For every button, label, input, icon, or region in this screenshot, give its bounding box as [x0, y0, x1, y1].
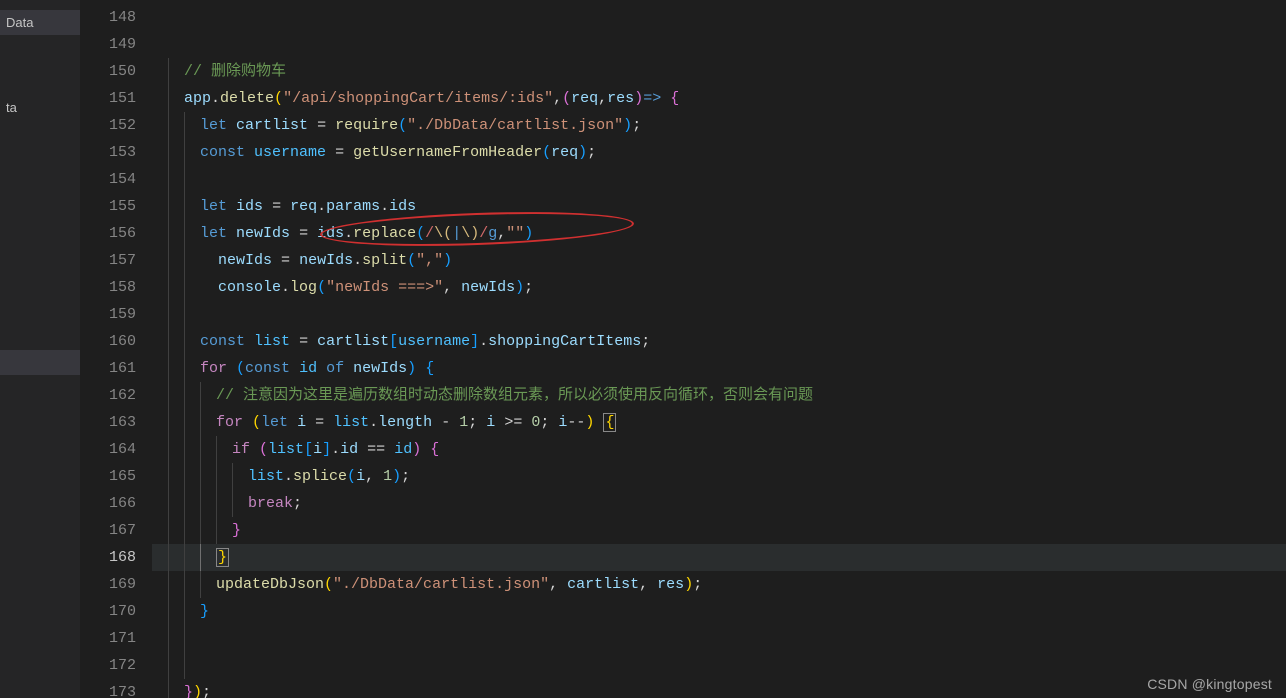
line-number: 158 — [80, 274, 152, 301]
line-number: 162 — [80, 382, 152, 409]
line-number: 172 — [80, 652, 152, 679]
code-line — [152, 652, 1286, 679]
line-number: 149 — [80, 31, 152, 58]
line-number-gutter: 1481491501511521531541551561571581591601… — [80, 0, 152, 698]
code-line: for (const id of newIds) { — [152, 355, 1286, 382]
code-line — [152, 4, 1286, 31]
line-number: 173 — [80, 679, 152, 698]
code-line: }); — [152, 679, 1286, 698]
code-editor[interactable]: 1481491501511521531541551561571581591601… — [80, 0, 1286, 698]
line-number: 156 — [80, 220, 152, 247]
code-line: const username = getUsernameFromHeader(r… — [152, 139, 1286, 166]
line-number: 161 — [80, 355, 152, 382]
line-number: 163 — [80, 409, 152, 436]
line-number: 153 — [80, 139, 152, 166]
line-number: 167 — [80, 517, 152, 544]
line-number: 171 — [80, 625, 152, 652]
line-number: 155 — [80, 193, 152, 220]
code-line: app.delete("/api/shoppingCart/items/:ids… — [152, 85, 1286, 112]
code-line: for (let i = list.length - 1; i >= 0; i-… — [152, 409, 1286, 436]
code-line — [152, 31, 1286, 58]
code-line: console.log("newIds ===>", newIds); — [152, 274, 1286, 301]
code-line: if (list[i].id == id) { — [152, 436, 1286, 463]
app-root: Data ta 14814915015115215315415515615715… — [0, 0, 1286, 698]
code-line: let newIds = ids.replace(/\(|\)/g,"") — [152, 220, 1286, 247]
line-number: 166 — [80, 490, 152, 517]
code-line: } — [152, 544, 1286, 571]
code-line: let cartlist = require("./DbData/cartlis… — [152, 112, 1286, 139]
line-number: 168 — [80, 544, 152, 571]
sidebar-item-ta[interactable]: ta — [0, 95, 80, 120]
code-line: let ids = req.params.ids — [152, 193, 1286, 220]
line-number: 159 — [80, 301, 152, 328]
line-number: 150 — [80, 58, 152, 85]
line-number: 165 — [80, 463, 152, 490]
code-line: } — [152, 517, 1286, 544]
line-number: 148 — [80, 4, 152, 31]
code-line: list.splice(i, 1); — [152, 463, 1286, 490]
line-number: 151 — [80, 85, 152, 112]
line-number: 154 — [80, 166, 152, 193]
code-area[interactable]: // 删除购物车 app.delete("/api/shoppingCart/i… — [152, 0, 1286, 698]
line-number: 157 — [80, 247, 152, 274]
line-number: 164 — [80, 436, 152, 463]
line-number: 169 — [80, 571, 152, 598]
code-line: newIds = newIds.split(",") — [152, 247, 1286, 274]
code-line — [152, 166, 1286, 193]
code-line: // 注意因为这里是遍历数组时动态删除数组元素，所以必须使用反向循环，否则会有问… — [152, 382, 1286, 409]
code-line — [152, 301, 1286, 328]
line-number: 170 — [80, 598, 152, 625]
code-line: break; — [152, 490, 1286, 517]
line-number: 152 — [80, 112, 152, 139]
code-line — [152, 625, 1286, 652]
explorer-sidebar: Data ta — [0, 0, 80, 698]
sidebar-item-data[interactable]: Data — [0, 10, 80, 35]
line-number: 160 — [80, 328, 152, 355]
code-line: updateDbJson("./DbData/cartlist.json", c… — [152, 571, 1286, 598]
sidebar-item-blank[interactable] — [0, 350, 80, 375]
code-line: const list = cartlist[username].shopping… — [152, 328, 1286, 355]
code-line: // 删除购物车 — [152, 58, 1286, 85]
code-line: } — [152, 598, 1286, 625]
